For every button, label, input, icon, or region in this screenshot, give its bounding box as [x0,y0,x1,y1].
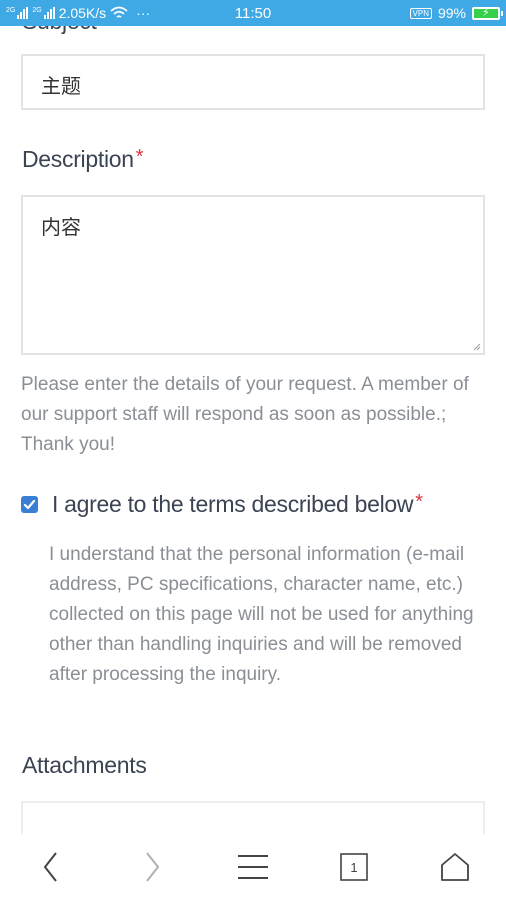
description-label: Description [22,146,134,172]
tabs-icon: 1 [340,853,368,881]
description-value: 内容 [41,217,81,239]
more-indicator: ··· [136,5,151,21]
home-button[interactable] [425,842,485,892]
net-speed: 2.05K/s [58,5,107,21]
status-bar: 2G 2G 2.05K/s ··· 11:50 VPN 99% ⚡ [0,0,506,26]
browser-nav-bar: 1 [0,834,506,900]
menu-button[interactable] [223,842,283,892]
tabs-count: 1 [351,860,358,875]
description-textarea[interactable]: 内容 [21,195,485,355]
signal-icon-sim2: 2G [32,7,55,19]
tabs-button[interactable]: 1 [324,842,384,892]
home-icon [441,853,470,881]
subject-input[interactable]: 主题 [21,54,485,110]
signal-icon-sim1: 2G [6,7,29,19]
description-help-text: Please enter the details of your request… [21,374,469,455]
agree-checkbox[interactable] [21,496,38,513]
checkmark-icon [23,499,36,510]
subject-label: Subject [22,26,97,35]
menu-icon [237,855,268,879]
resize-handle-icon[interactable] [473,343,481,351]
vpn-badge: VPN [409,7,432,19]
required-asterisk: * [415,491,423,513]
forward-button[interactable] [122,842,182,892]
status-left: 2G 2G 2.05K/s ··· [6,5,410,21]
chevron-right-icon [145,852,160,882]
subject-value: 主题 [41,76,81,98]
sim1-tag: 2G [6,7,16,14]
status-right: VPN 99% ⚡ [409,5,503,21]
chevron-left-icon [43,852,57,882]
required-asterisk: * [135,146,144,168]
back-button[interactable] [21,842,81,892]
description-label-row: Description * [22,146,144,173]
sim2-tag: 2G [32,7,42,14]
agree-row: I agree to the terms described below * [21,491,423,518]
agree-label-row: I agree to the terms described below * [52,491,423,518]
battery-icon: ⚡ [472,6,503,20]
battery-percent: 99% [437,5,466,21]
agree-label: I agree to the terms described below [52,491,414,517]
form-content: Subject 主题 Description* 内容 Please enter … [0,26,506,834]
attachments-label: Attachments [22,752,147,778]
wifi-icon [110,6,128,18]
attachments-dropzone[interactable] [21,801,485,834]
terms-text: I understand that the personal informati… [49,544,474,685]
